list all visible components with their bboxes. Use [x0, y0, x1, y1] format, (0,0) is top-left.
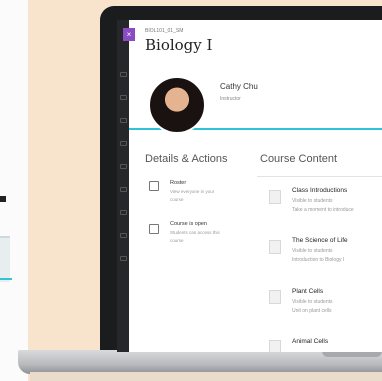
nav-icon[interactable] — [120, 256, 127, 261]
nav-icon[interactable] — [120, 210, 127, 215]
close-button[interactable]: × — [123, 28, 135, 41]
content-item-title[interactable]: Class Introductions — [292, 187, 347, 194]
content-item-visibility: Visible to students — [292, 299, 333, 305]
avatar[interactable] — [148, 76, 206, 134]
discussion-icon[interactable] — [269, 190, 281, 204]
course-open-description: Students can access this — [170, 230, 220, 235]
nav-rail — [117, 20, 129, 352]
course-open-link[interactable]: Course is open — [170, 221, 207, 227]
background-device-fragment — [0, 196, 6, 202]
folder-icon[interactable] — [269, 340, 281, 352]
content-item-visibility: Visible to students — [292, 198, 333, 204]
content-item-visibility: Visible to students — [292, 248, 333, 254]
nav-icon[interactable] — [120, 95, 127, 100]
background-device-fragment — [0, 236, 10, 282]
roster-description: course — [170, 197, 184, 202]
nav-icon[interactable] — [120, 233, 127, 238]
content-item-description: Take a moment to introduce — [292, 207, 354, 213]
laptop-shadow — [30, 372, 382, 381]
background-device-fragment — [0, 278, 12, 280]
content-item-title[interactable]: Animal Cells — [292, 338, 328, 345]
roster-icon[interactable] — [149, 181, 159, 191]
course-id: BIOL101_01_SM — [145, 28, 184, 34]
details-heading: Details & Actions — [145, 153, 228, 165]
background-left-panel — [0, 0, 28, 381]
folder-icon[interactable] — [269, 290, 281, 304]
roster-description: View everyone in your — [170, 189, 215, 194]
open-course-icon[interactable] — [149, 224, 159, 234]
roster-link[interactable]: Roster — [170, 180, 186, 186]
content-divider — [257, 176, 382, 177]
content-item-description: Introduction to Biology I — [292, 257, 345, 263]
nav-icon[interactable] — [120, 118, 127, 123]
content-heading: Course Content — [260, 153, 338, 165]
content-item-title[interactable]: The Science of Life — [292, 237, 348, 244]
nav-icon[interactable] — [120, 72, 127, 77]
instructor-name[interactable]: Cathy Chu — [220, 82, 258, 91]
instructor-role: Instructor — [220, 96, 241, 102]
nav-icon[interactable] — [120, 164, 127, 169]
content-item-description: Unit on plant cells — [292, 308, 332, 314]
page-title: Biology I — [145, 36, 213, 54]
course-open-description: course — [170, 238, 184, 243]
nav-icon[interactable] — [120, 141, 127, 146]
laptop-screen: × BIOL101_01_SM Biology I Cathy Chu Inst… — [117, 20, 382, 352]
folder-icon[interactable] — [269, 240, 281, 254]
nav-icon[interactable] — [120, 187, 127, 192]
content-item-title[interactable]: Plant Cells — [292, 288, 323, 295]
